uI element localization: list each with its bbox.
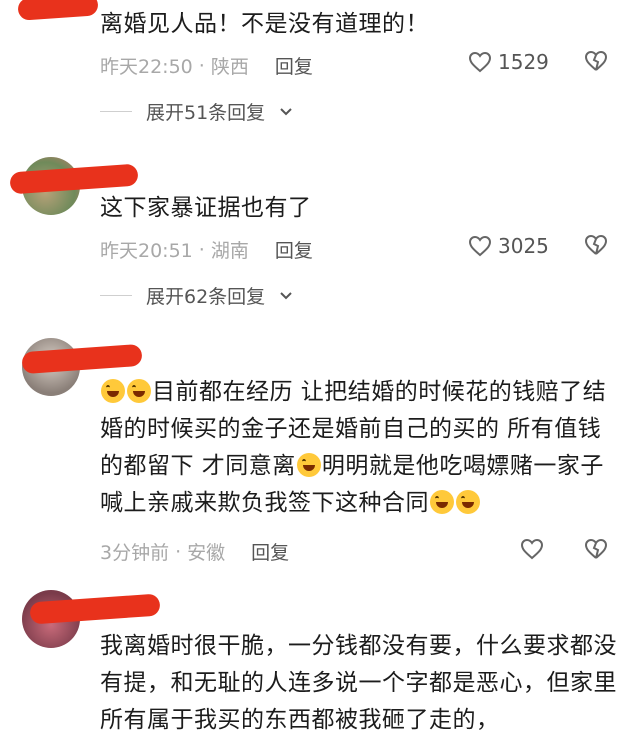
expand-label: 展开51条回复	[146, 102, 266, 124]
comment-text: 目前都在经历 让把结婚的时候花的钱赔了结婚的时候买的金子还是婚前自己的买的 所有…	[100, 374, 620, 522]
broken-heart-icon	[584, 234, 608, 255]
comment-text: 这下家暴证据也有了	[100, 195, 312, 221]
comment-text: 我离婚时很干脆，一分钱都没有要，什么要求都没有提，和无耻的人连多说一个字都是恶心…	[100, 633, 617, 733]
dislike-button[interactable]	[584, 538, 608, 560]
chevron-down-icon	[280, 107, 292, 115]
comment-time: 昨天22:50	[100, 56, 193, 78]
comment-meta: 昨天22:50 · 陕西 回复	[100, 52, 313, 79]
meta-separator: ·	[175, 540, 182, 563]
chevron-down-icon	[280, 291, 292, 299]
like-count: 1529	[498, 50, 549, 74]
expand-replies[interactable]: 展开62条回复	[100, 282, 293, 309]
comment-meta: 3分钟前 · 安徽 回复	[100, 538, 289, 565]
tears-of-joy-emoji-icon	[456, 490, 480, 514]
comment-location: 安徽	[187, 542, 226, 564]
comment-location: 陕西	[210, 56, 249, 78]
divider	[100, 295, 132, 296]
comment-time: 3分钟前	[100, 542, 170, 564]
comment-location: 湖南	[210, 240, 249, 262]
divider	[100, 111, 132, 112]
dislike-button[interactable]	[584, 234, 608, 256]
comment-text: 离婚见人品！不是没有道理的！	[100, 11, 429, 37]
heart-icon	[520, 538, 544, 560]
meta-separator: ·	[198, 238, 205, 261]
laughing-emoji-icon	[101, 379, 125, 403]
reply-button[interactable]: 回复	[275, 52, 313, 79]
like-button[interactable]: 3025	[468, 234, 549, 258]
expand-replies[interactable]: 展开51条回复	[100, 98, 293, 125]
expand-label: 展开62条回复	[146, 286, 266, 308]
heart-icon	[468, 235, 492, 257]
heart-icon	[468, 51, 492, 73]
rofl-emoji-icon	[296, 453, 321, 477]
like-count: 3025	[498, 234, 549, 258]
broken-heart-icon	[584, 50, 608, 71]
reply-button[interactable]: 回复	[251, 538, 289, 565]
broken-heart-icon	[584, 538, 608, 559]
like-button[interactable]	[520, 538, 544, 560]
tears-of-joy-emoji-icon	[430, 490, 454, 514]
meta-separator: ·	[198, 54, 205, 77]
dislike-button[interactable]	[584, 50, 608, 72]
comment-meta: 昨天20:51 · 湖南 回复	[100, 236, 313, 263]
comment-time: 昨天20:51	[100, 240, 193, 262]
laughing-emoji-icon	[127, 379, 151, 403]
redaction-mark	[17, 0, 99, 21]
like-button[interactable]: 1529	[468, 50, 549, 74]
reply-button[interactable]: 回复	[275, 236, 313, 263]
